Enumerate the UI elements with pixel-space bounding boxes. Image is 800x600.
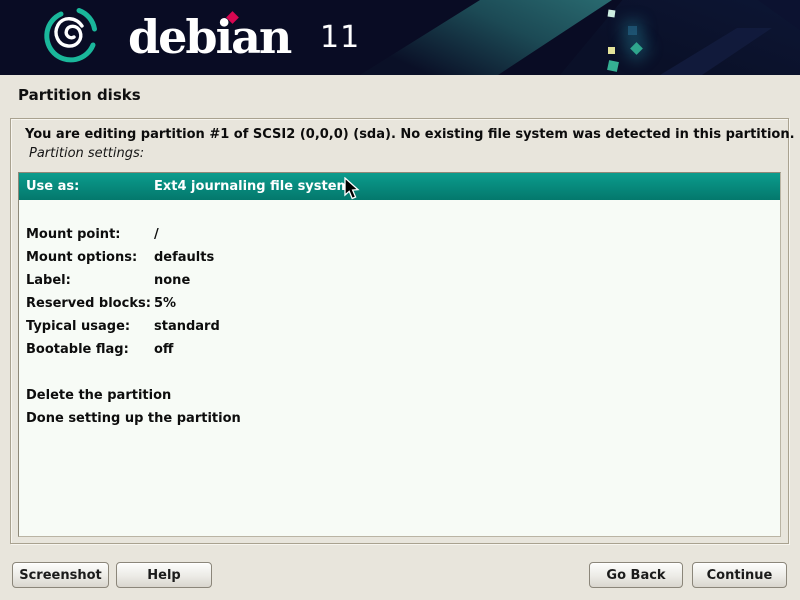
row-label: Reserved blocks: [19,292,154,315]
row-value: defaults [154,246,780,269]
deco-square-blue [628,26,637,35]
row-label [19,200,154,223]
help-button[interactable]: Help [116,562,212,588]
row-value: 5% [154,292,780,315]
debian-version: 11 [320,20,360,55]
row-value [154,361,780,384]
settings-row[interactable]: Mount options:defaults [19,246,780,269]
settings-row[interactable]: Delete the partition [19,384,780,407]
row-label: Typical usage: [19,315,154,338]
screenshot-button[interactable]: Screenshot [12,562,109,588]
row-value: standard [154,315,780,338]
settings-row[interactable]: Typical usage:standard [19,315,780,338]
settings-row[interactable]: Done setting up the partition [19,407,780,430]
row-value: Ext4 journaling file system [154,173,780,200]
deco-square-teal [607,60,619,72]
partition-settings-list[interactable]: Use as:Ext4 journaling file systemMount … [18,172,781,537]
mouse-cursor [344,177,360,201]
debian-logotype: debian [128,10,290,64]
deco-square-white [608,10,616,18]
row-label: Bootable flag: [19,338,154,361]
row-label: Use as: [19,173,154,200]
row-value [154,384,780,407]
editing-partition-message: You are editing partition #1 of SCSI2 (0… [25,127,795,142]
row-value [154,407,780,430]
row-label: Delete the partition [19,384,154,407]
settings-row-spacer [19,361,780,384]
partition-settings-label: Partition settings: [29,146,144,161]
row-label: Mount options: [19,246,154,269]
partition-settings-panel: You are editing partition #1 of SCSI2 (0… [10,118,789,544]
row-value [154,200,780,223]
settings-row-spacer [19,200,780,223]
debian-swirl-logo [40,2,102,68]
continue-button[interactable]: Continue [692,562,787,588]
row-label: Mount point: [19,223,154,246]
settings-row[interactable]: Bootable flag:off [19,338,780,361]
row-value: none [154,269,780,292]
settings-row[interactable]: Use as:Ext4 journaling file system [19,173,780,200]
row-value: off [154,338,780,361]
settings-row[interactable]: Mount point:/ [19,223,780,246]
settings-row[interactable]: Label:none [19,269,780,292]
row-label: Label: [19,269,154,292]
settings-row[interactable]: Reserved blocks:5% [19,292,780,315]
page-title: Partition disks [18,86,141,104]
row-value: / [154,223,780,246]
go-back-button[interactable]: Go Back [589,562,683,588]
deco-square-yellow [608,47,615,54]
row-label: Done setting up the partition [19,407,154,430]
row-label [19,361,154,384]
installer-banner: debian 11 [0,0,800,75]
